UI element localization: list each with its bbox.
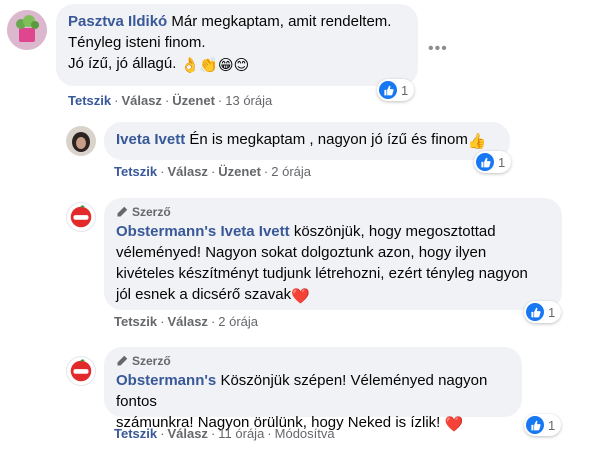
author-badge: Szerző xyxy=(116,205,550,219)
like-icon xyxy=(526,416,544,434)
comment-bubble-iveta: Iveta Ivett Én is megkaptam , nagyon jó … xyxy=(104,122,510,160)
comment-text: köszönjük, hogy megosztottad xyxy=(293,223,496,240)
comment-bubble-obstermanns-2: Szerző Obstermann's Köszönjük szépen! Vé… xyxy=(104,347,522,433)
like-icon xyxy=(379,81,397,99)
comment-actions: Tetszik · Válasz · 11 órája · Módosítva xyxy=(114,426,335,441)
edited-label[interactable]: Módosítva xyxy=(275,426,335,441)
comment-timestamp[interactable]: 11 órája xyxy=(218,426,264,441)
heart-emoji: ❤️ xyxy=(291,288,310,305)
comment-bubble-pasztva: Pasztva Ildikó Már megkaptam, amit rende… xyxy=(56,4,418,86)
comment-line: Jó ízű, jó állagú. xyxy=(68,55,177,72)
heart-emoji: ❤️ xyxy=(444,416,464,433)
avatar-obstermanns[interactable] xyxy=(66,202,96,232)
comment-line: Már megkaptam, amit rendeltem. xyxy=(171,13,392,30)
comment-body: Iveta Ivett Én is megkaptam , nagyon jó … xyxy=(116,129,498,152)
pencil-icon xyxy=(117,355,128,366)
like-icon xyxy=(476,153,494,171)
like-button[interactable]: Tetszik xyxy=(114,314,157,329)
comment-line: véleményed! Nagyon sokat dolgoztunk azon… xyxy=(116,244,487,261)
author-badge: Szerző xyxy=(116,354,510,368)
comment-author[interactable]: Obstermann's xyxy=(116,223,216,240)
like-button[interactable]: Tetszik xyxy=(114,426,157,441)
comment-actions: Tetszik · Válasz · Üzenet · 2 órája xyxy=(114,164,311,179)
more-options-icon[interactable]: ••• xyxy=(428,40,448,58)
like-icon xyxy=(526,303,544,321)
message-button[interactable]: Üzenet xyxy=(172,93,215,108)
comment-actions: Tetszik · Válasz · Üzenet · 13 órája xyxy=(68,93,273,108)
reaction-summary[interactable]: 1 xyxy=(524,301,562,323)
smile-emoji: 😊 xyxy=(233,57,250,74)
ok-hand-emoji: 👌 xyxy=(180,57,200,74)
reaction-count: 1 xyxy=(548,417,556,433)
brand-logo-icon xyxy=(70,359,92,382)
avatar-pasztva[interactable] xyxy=(7,10,47,50)
reaction-summary[interactable]: 1 xyxy=(524,414,562,436)
reaction-summary[interactable]: 1 xyxy=(474,151,512,173)
comment-line: jól esnek a dicsérő szavak xyxy=(116,286,292,303)
reply-button[interactable]: Válasz xyxy=(167,426,207,441)
like-button[interactable]: Tetszik xyxy=(114,164,157,179)
comment-author[interactable]: Iveta Ivett xyxy=(116,131,185,148)
grin-emoji: 😁 xyxy=(217,57,234,74)
avatar-image xyxy=(7,10,47,50)
message-button[interactable]: Üzenet xyxy=(218,164,261,179)
comment-text: Én is megkaptam , nagyon jó ízű és finom xyxy=(189,131,468,148)
thumbs-up-emoji: 👍 xyxy=(467,133,487,150)
avatar-obstermanns[interactable] xyxy=(66,356,96,386)
reaction-summary[interactable]: 1 xyxy=(377,79,415,101)
comment-bubble-obstermanns-1: Szerző Obstermann's Iveta Ivett köszönjü… xyxy=(104,198,562,310)
brand-logo-icon xyxy=(70,205,92,228)
reply-button[interactable]: Válasz xyxy=(121,93,161,108)
clapping-emoji: 👏 xyxy=(199,57,218,74)
comment-timestamp[interactable]: 2 órája xyxy=(271,164,311,179)
author-badge-label: Szerző xyxy=(132,205,171,219)
reply-button[interactable]: Válasz xyxy=(167,164,207,179)
comment-line: Tényleg isteni finom. xyxy=(68,34,206,51)
comment-timestamp[interactable]: 13 órája xyxy=(225,93,272,108)
avatar-image xyxy=(66,126,96,156)
reaction-count: 1 xyxy=(548,304,556,320)
comment-body: Obstermann's Iveta Ivett köszönjük, hogy… xyxy=(116,221,550,307)
reaction-count: 1 xyxy=(401,82,409,98)
reaction-count: 1 xyxy=(498,154,506,170)
mention-link[interactable]: Iveta Ivett xyxy=(220,223,289,240)
pencil-icon xyxy=(117,206,128,217)
comment-body: Pasztva Ildikó Már megkaptam, amit rende… xyxy=(68,11,406,76)
comment-author[interactable]: Pasztva Ildikó xyxy=(68,13,167,30)
avatar-iveta[interactable] xyxy=(66,126,96,156)
reply-button[interactable]: Válasz xyxy=(167,314,207,329)
author-badge-label: Szerző xyxy=(132,354,171,368)
comment-actions: Tetszik · Válasz · 2 órája xyxy=(114,314,259,329)
like-button[interactable]: Tetszik xyxy=(68,93,111,108)
comment-line: kivételes készítményt tudjunk létrehozni… xyxy=(116,265,528,282)
comment-timestamp[interactable]: 2 órája xyxy=(218,314,258,329)
comment-author[interactable]: Obstermann's xyxy=(116,372,216,389)
